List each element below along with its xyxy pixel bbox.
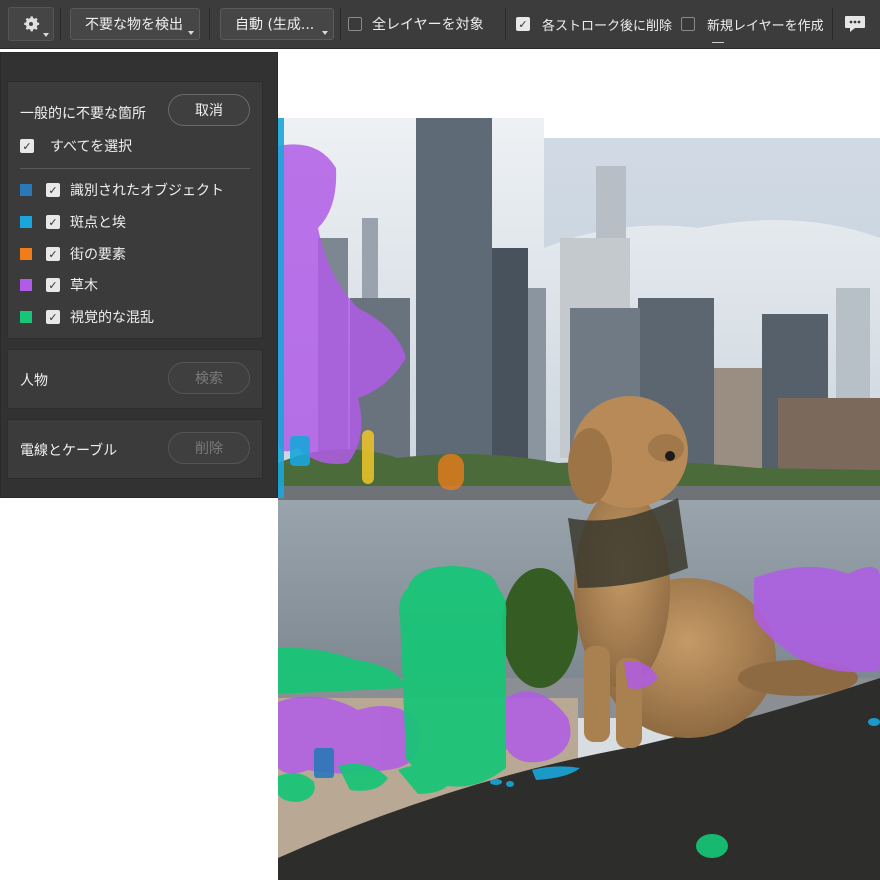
select-all-label: すべてを選択 [50, 139, 133, 155]
options-bar: 不要な物を検出 自動 (生成... 全レイヤーを対象 各ストローク後に削除 新規… [0, 0, 880, 49]
category-label: 斑点と埃 [70, 215, 126, 231]
new-layer-checkbox[interactable] [681, 17, 695, 31]
color-swatch [20, 248, 32, 260]
category-checkbox[interactable] [46, 183, 60, 197]
color-swatch [20, 184, 32, 196]
delete-after-stroke-checkbox[interactable] [516, 17, 530, 31]
new-layer-label: 新規レイヤーを作成 [707, 18, 824, 34]
category-label: 街の要素 [70, 247, 126, 263]
category-label: 視覚的な混乱 [70, 310, 154, 326]
people-title: 人物 [20, 373, 48, 389]
mode-dropdown[interactable]: 自動 (生成... [220, 8, 334, 40]
general-title: 一般的に不要な箇所 [20, 106, 146, 122]
category-checkbox[interactable] [46, 215, 60, 229]
settings-button[interactable] [8, 0, 54, 48]
mode-label: 自動 (生成... [235, 17, 315, 33]
wires-title: 電線とケーブル [20, 443, 118, 459]
category-street-elements[interactable]: 街の要素 [20, 244, 126, 264]
divider [20, 168, 250, 169]
unwanted-detect-panel: 一般的に不要な箇所 取消 すべてを選択 識別されたオブジェクト 斑点と埃 街の要… [0, 52, 278, 498]
category-visual-clutter[interactable]: 視覚的な混乱 [20, 307, 154, 327]
category-checkbox[interactable] [46, 310, 60, 324]
chevron-down-icon [188, 31, 194, 35]
all-layers-option[interactable]: 全レイヤーを対象 [348, 0, 484, 48]
color-swatch [20, 279, 32, 291]
delete-after-stroke-option[interactable]: 各ストローク後に削除 [516, 0, 672, 48]
search-button[interactable]: 検索 [168, 362, 250, 394]
wires-section: 電線とケーブル 削除 [7, 419, 263, 479]
color-swatch [20, 311, 32, 323]
select-all-checkbox[interactable] [20, 139, 34, 153]
category-vegetation[interactable]: 草木 [20, 275, 98, 295]
category-checkbox[interactable] [46, 278, 60, 292]
all-layers-checkbox[interactable] [348, 17, 362, 31]
category-identified-objects[interactable]: 識別されたオブジェクト [20, 180, 224, 200]
select-all-option[interactable]: すべてを選択 [20, 136, 132, 156]
gear-icon[interactable] [8, 7, 54, 41]
all-layers-label: 全レイヤーを対象 [372, 17, 484, 33]
image-canvas[interactable] [278, 118, 880, 880]
detect-unwanted-label: 不要な物を検出 [85, 17, 183, 33]
delete-after-stroke-label: 各ストローク後に削除 [542, 18, 673, 34]
photo [278, 118, 880, 880]
general-section: 一般的に不要な箇所 取消 すべてを選択 識別されたオブジェクト 斑点と埃 街の要… [7, 81, 263, 339]
people-section: 人物 検索 [7, 349, 263, 409]
speech-bubble-icon[interactable] [840, 8, 870, 40]
category-label: 識別されたオブジェクト [70, 183, 224, 199]
color-swatch [20, 216, 32, 228]
chevron-down-icon [322, 31, 328, 35]
cancel-button[interactable]: 取消 [168, 94, 250, 126]
new-layer-option[interactable]: 新規レイヤーを作成 [681, 0, 824, 48]
remove-button[interactable]: 削除 [168, 432, 250, 464]
category-dust-spots[interactable]: 斑点と埃 [20, 212, 126, 232]
category-label: 草木 [70, 278, 98, 294]
detect-unwanted-dropdown[interactable]: 不要な物を検出 [70, 8, 200, 40]
underline-marker [712, 42, 724, 43]
category-checkbox[interactable] [46, 247, 60, 261]
